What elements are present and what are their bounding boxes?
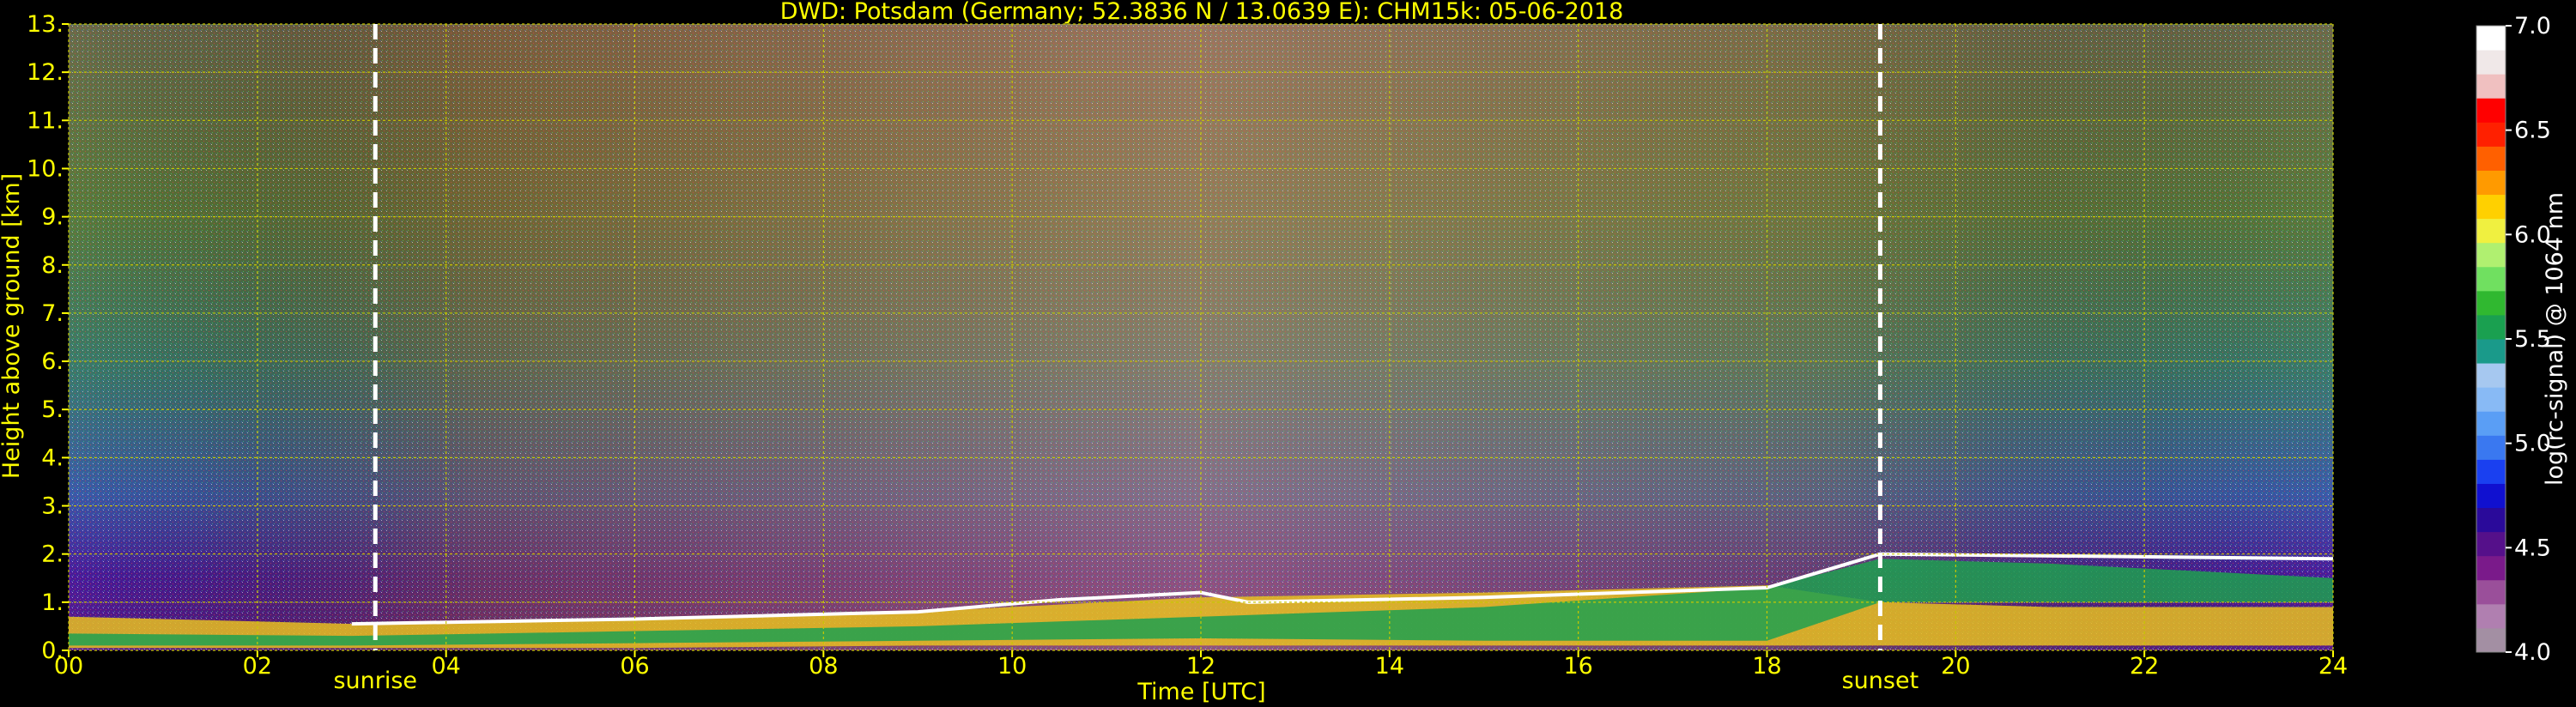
y-tick-label: 2. [41, 541, 64, 568]
y-tick-label: 11. [27, 107, 64, 134]
y-axis-label: Height above ground [km] [0, 173, 25, 479]
colorbar-swatches [2476, 25, 2506, 653]
x-tick-label: 10 [997, 653, 1027, 680]
colorbar-swatch [2476, 555, 2506, 581]
colorbar-tick-label: 4.5 [2514, 535, 2551, 561]
colorbar-swatch [2476, 290, 2506, 316]
colorbar-swatch [2476, 507, 2506, 533]
x-tick-label: 04 [431, 653, 460, 680]
colorbar-swatch [2476, 242, 2506, 268]
x-tick-label: 16 [1563, 653, 1592, 680]
colorbar-swatch [2476, 627, 2506, 653]
colorbar-tick-label: 7.0 [2514, 13, 2551, 39]
y-tick-label: 9. [41, 204, 64, 231]
colorbar-swatch [2476, 218, 2506, 244]
x-tick-label: 24 [2318, 653, 2348, 680]
y-tick-label: 13. [27, 11, 64, 38]
colorbar-swatch [2476, 387, 2506, 412]
y-tick-label: 3. [41, 493, 64, 520]
x-tick-label: 00 [54, 653, 83, 680]
x-tick-label: 02 [243, 653, 272, 680]
x-tick-label: 08 [809, 653, 838, 680]
colorbar-swatch [2476, 339, 2506, 364]
y-tick-label: 6. [41, 348, 64, 375]
colorbar-swatch [2476, 98, 2506, 123]
colorbar-swatch [2476, 122, 2506, 147]
y-tick-label: 10. [27, 155, 64, 182]
sunset-label: sunset [1842, 668, 1919, 694]
colorbar-swatch [2476, 411, 2506, 436]
x-tick-label: 22 [2130, 653, 2159, 680]
y-tick-label: 7. [41, 300, 64, 327]
colorbar-tick-label: 4.0 [2514, 639, 2551, 666]
colorbar-swatch [2476, 194, 2506, 220]
x-tick-label: 12 [1186, 653, 1215, 680]
colorbar-label: log(rc-signal) @ 1064 nm [2542, 192, 2568, 486]
plot-area [68, 23, 2334, 651]
x-tick-label: 06 [620, 653, 649, 680]
y-tick-label: 5. [41, 396, 64, 423]
colorbar-swatch [2476, 146, 2506, 171]
colorbar-swatch [2476, 170, 2506, 196]
x-axis-label: Time [UTC] [1136, 679, 1265, 705]
colorbar-tick-label: 6.5 [2514, 118, 2551, 144]
colorbar-swatch [2476, 483, 2506, 509]
chart-title: DWD: Potsdam (Germany; 52.3836 N / 13.06… [780, 0, 1624, 25]
x-tick-label: 14 [1375, 653, 1404, 680]
y-tick-label: 8. [41, 252, 64, 279]
y-tick-label: 12. [27, 59, 64, 86]
x-tick-label: 20 [1941, 653, 1970, 680]
colorbar-swatch [2476, 459, 2506, 484]
y-tick-label: 1. [41, 589, 64, 616]
colorbar-swatch [2476, 363, 2506, 388]
sunrise-label: sunrise [333, 668, 417, 694]
colorbar-swatch [2476, 26, 2506, 51]
colorbar-swatch [2476, 603, 2506, 629]
colorbar-swatch [2476, 531, 2506, 557]
x-tick-label: 18 [1752, 653, 1781, 680]
colorbar-swatch [2476, 266, 2506, 292]
colorbar-swatch [2476, 74, 2506, 99]
colorbar-swatch [2476, 50, 2506, 75]
y-axis-ticks: 0.1.2.3.4.5.6.7.8.9.10.11.12.13. [27, 11, 69, 664]
colorbar-swatch [2476, 314, 2506, 340]
colorbar-swatch [2476, 579, 2506, 605]
y-tick-label: 4. [41, 444, 64, 471]
colorbar: 4.04.55.05.56.06.57.0 log(rc-signal) @ 1… [2476, 13, 2568, 666]
colorbar-swatch [2476, 435, 2506, 460]
lidar-chart: 0.1.2.3.4.5.6.7.8.9.10.11.12.13. 00 02 04 0… [0, 0, 2568, 705]
